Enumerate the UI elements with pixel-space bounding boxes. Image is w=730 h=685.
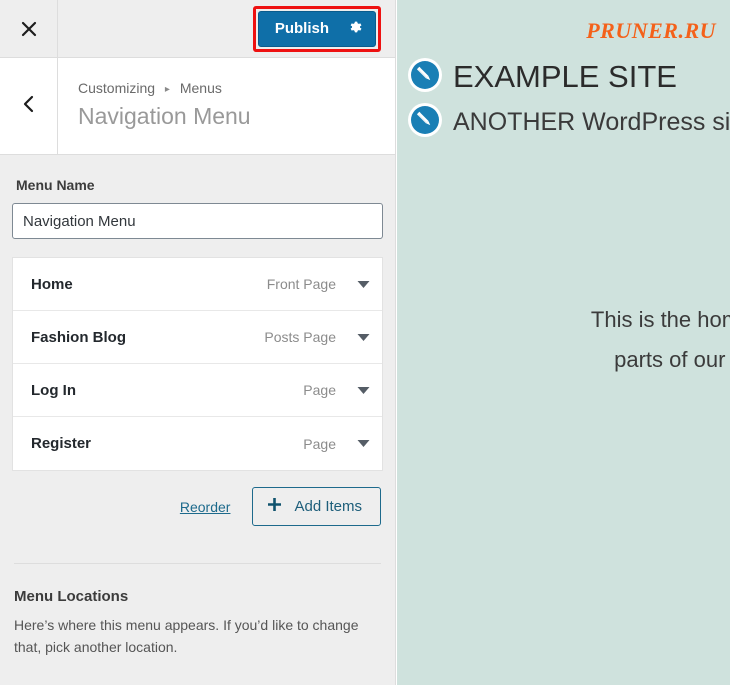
caret-down-icon[interactable]	[352, 333, 374, 342]
menu-item-row[interactable]: Log In Page	[13, 364, 382, 417]
edit-pencil-icon[interactable]	[407, 102, 443, 143]
edit-pencil-icon[interactable]	[407, 57, 443, 98]
preview-site-header: EXAMPLE SITE ANOTHER WordPress site	[407, 57, 730, 143]
menus-panel-body: Menu Name Home Front Page Fashion Blog P…	[0, 177, 395, 658]
preview-site-tagline: ANOTHER WordPress site	[453, 107, 730, 136]
back-button[interactable]	[0, 58, 58, 154]
menu-name-input[interactable]	[12, 203, 383, 239]
preview-site-tagline-line: ANOTHER WordPress site	[407, 102, 730, 143]
page-title: Navigation Menu	[78, 102, 251, 129]
caret-down-icon[interactable]	[352, 280, 374, 289]
plus-icon	[267, 497, 282, 515]
customizer-sidebar: Publish Customizing ▸ Menus Navigation M…	[0, 0, 396, 685]
customizer-topbar: Publish	[0, 0, 395, 58]
menu-item-row[interactable]: Fashion Blog Posts Page	[13, 311, 382, 364]
menu-actions: Reorder Add Items	[12, 487, 383, 526]
breadcrumb-separator-icon: ▸	[164, 84, 170, 95]
add-items-label: Add Items	[294, 497, 362, 515]
chevron-left-icon	[21, 95, 37, 118]
menu-item-row[interactable]: Register Page	[13, 417, 382, 470]
gear-icon[interactable]	[347, 19, 363, 38]
caret-down-icon[interactable]	[352, 439, 374, 448]
close-icon	[20, 20, 38, 38]
menu-item-row[interactable]: Home Front Page	[13, 258, 382, 311]
publish-button[interactable]: Publish	[257, 11, 376, 47]
menu-name-label: Menu Name	[16, 177, 95, 193]
reorder-link[interactable]: Reorder	[180, 499, 231, 515]
publish-button-label: Publish	[274, 20, 329, 37]
menu-item-type: Page	[303, 435, 336, 452]
menu-item-type: Front Page	[266, 276, 336, 292]
menu-items-list: Home Front Page Fashion Blog Posts Page	[12, 257, 383, 471]
breadcrumb-current: Menus	[179, 80, 222, 96]
section-divider	[14, 563, 381, 564]
customizer-panel-header: Customizing ▸ Menus Navigation Menu	[0, 58, 395, 155]
preview-body-line-2: parts of our web	[614, 346, 730, 372]
caret-down-icon[interactable]	[352, 386, 374, 395]
menu-item-title: Register	[31, 435, 92, 452]
close-customizer-button[interactable]	[0, 0, 58, 57]
add-items-button[interactable]: Add Items	[252, 487, 381, 526]
breadcrumb-root: Customizing	[78, 80, 156, 96]
panel-title-block: Customizing ▸ Menus Navigation Menu	[78, 80, 251, 129]
publish-highlight-box: Publish	[252, 6, 381, 52]
menu-item-title: Fashion Blog	[31, 328, 126, 346]
menu-item-title: Home	[31, 275, 73, 293]
menu-locations-title: Menu Locations	[14, 588, 129, 605]
menu-locations-description: Here’s where this menu appears. If you’d…	[14, 617, 359, 655]
menu-item-title: Log In	[31, 381, 76, 399]
watermark: PRUNER.RU	[586, 18, 716, 43]
preview-site-title: EXAMPLE SITE	[453, 59, 677, 95]
preview-body-line-1: This is the home of o	[590, 307, 730, 332]
menu-item-type: Posts Page	[264, 329, 336, 345]
breadcrumb: Customizing ▸ Menus	[78, 80, 251, 97]
menu-item-type: Page	[303, 382, 336, 398]
site-preview-pane[interactable]: PRUNER.RU EXAMPLE SITE ANOTHER WordPress…	[397, 0, 730, 685]
preview-body-text: This is the home of o parts of our web	[483, 300, 730, 379]
customizer-screen: Publish Customizing ▸ Menus Navigation M…	[0, 0, 730, 685]
preview-site-title-line: EXAMPLE SITE	[407, 57, 730, 98]
